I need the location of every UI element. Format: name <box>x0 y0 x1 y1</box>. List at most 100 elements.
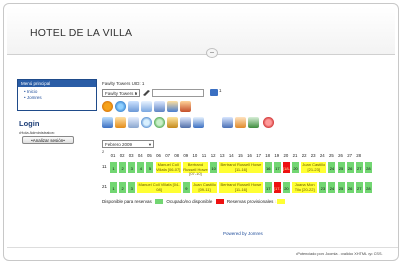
available-cell[interactable]: 25 <box>336 161 346 174</box>
day-header: 23 <box>310 153 316 158</box>
day-header: 14 <box>228 153 234 158</box>
main-menu-heading: Menú principal <box>18 80 96 87</box>
chart-icon[interactable] <box>193 117 204 128</box>
available-cell[interactable]: 3 <box>127 161 137 174</box>
day-header: 11 <box>201 153 207 158</box>
available-cell[interactable]: 26 <box>345 161 355 174</box>
available-cell[interactable]: 20 <box>281 181 291 194</box>
booking-cell[interactable]: Juan Castillo [21-23] <box>300 161 328 174</box>
day-header: 07 <box>165 153 170 158</box>
pencil-icon[interactable] <box>143 90 151 96</box>
legend: Disponible para reservas Ocupado/no disp… <box>102 199 287 205</box>
day-header: 04 <box>137 153 143 158</box>
available-cell[interactable]: 27 <box>354 181 364 194</box>
available-cell[interactable]: 24 <box>327 161 337 174</box>
bug-icon[interactable] <box>263 117 274 128</box>
folder-icon[interactable] <box>210 89 218 96</box>
site-header: HOTEL DE LA VILLA <box>7 7 395 55</box>
key-icon[interactable] <box>167 117 178 128</box>
notes-icon[interactable] <box>128 117 139 128</box>
legend-available-label: Disponible para reservas <box>102 199 152 204</box>
available-cell[interactable]: 10 <box>209 161 219 174</box>
booking-icon[interactable] <box>102 117 113 128</box>
booking-cell[interactable]: Manuel Coll Villafa [04-08] <box>136 181 182 194</box>
blocked-cell[interactable]: [17-19] <box>272 181 282 204</box>
booking-cell[interactable]: Juana Mon Tilo [20-22] <box>291 181 319 194</box>
day-header: 10 <box>192 153 198 158</box>
available-cell[interactable]: 24 <box>327 181 337 194</box>
available-cell[interactable]: 4 <box>136 161 146 174</box>
available-cell[interactable]: 5 <box>145 161 155 174</box>
stats-icon[interactable] <box>235 117 246 128</box>
day-header: 22 <box>301 153 307 158</box>
refresh-icon[interactable] <box>154 117 165 128</box>
calendar-alt-icon[interactable] <box>115 117 126 128</box>
available-cell[interactable]: 17 <box>272 161 282 174</box>
available-cell[interactable]: 25 <box>336 181 346 194</box>
settings-icon[interactable] <box>222 117 233 128</box>
logout-button[interactable]: •Analizar sesión• <box>22 136 74 144</box>
users-icon[interactable] <box>167 101 178 112</box>
available-cell[interactable]: 26 <box>345 181 355 194</box>
day-header: 20 <box>283 153 289 158</box>
available-cell[interactable]: 27 <box>354 161 364 174</box>
page-number: 2 <box>102 149 105 154</box>
day-header: 19 <box>274 153 280 158</box>
available-cell[interactable]: 9 <box>181 181 191 194</box>
available-cell[interactable]: 1 <box>109 181 119 194</box>
legend-available-swatch <box>155 199 164 205</box>
month-select[interactable]: Febrero 2009 ▼ <box>102 140 154 148</box>
search-icon[interactable] <box>141 117 152 128</box>
booking-cell[interactable]: Bertrand Russell Howe [11-16] <box>218 161 264 174</box>
blocked-cell[interactable]: [18-19] <box>281 161 291 184</box>
list-icon[interactable] <box>128 101 139 112</box>
day-header: 03 <box>128 153 134 158</box>
globe-icon[interactable] <box>115 101 126 112</box>
calendar-icon[interactable] <box>102 101 113 112</box>
available-cell[interactable]: 28 <box>363 161 373 174</box>
chevron-down-icon: ▼ <box>134 91 138 96</box>
page-frame: HOTEL DE LA VILLA Menú principal Inicio … <box>3 3 399 261</box>
booking-cell[interactable]: Juan Castillo [09-11] <box>190 181 219 194</box>
available-cell[interactable]: 17 <box>263 181 273 194</box>
available-cell[interactable]: 16 <box>263 161 273 174</box>
legend-occupied-label: Ocupado/no disponible <box>166 199 213 204</box>
day-header: 01 <box>110 153 116 158</box>
table-icon[interactable] <box>154 101 165 112</box>
chevron-down-icon: ▼ <box>148 142 152 147</box>
legend-occupied-swatch <box>215 199 224 205</box>
available-cell[interactable]: 1 <box>109 161 119 174</box>
available-cell[interactable]: 23 <box>318 181 328 194</box>
available-cell[interactable]: 28 <box>363 181 373 194</box>
day-header: 26 <box>338 153 343 158</box>
hotel-select[interactable]: Fawlty Towers 1 ▼ <box>102 89 140 97</box>
available-cell[interactable]: 20 <box>291 161 301 174</box>
day-header: 12 <box>210 153 216 158</box>
room-label: 11 <box>102 164 107 169</box>
available-cell[interactable]: 2 <box>118 181 128 194</box>
hotel-uid-label: Fawlty Towers UID: 1 <box>102 81 145 86</box>
image-icon[interactable] <box>141 101 152 112</box>
site-title: HOTEL DE LA VILLA <box>30 27 133 39</box>
user-add-icon[interactable] <box>180 101 191 112</box>
available-cell[interactable]: 2 <box>118 161 128 174</box>
collapse-toggle[interactable] <box>206 48 218 58</box>
guest-search-input[interactable] <box>152 89 204 97</box>
available-cell[interactable]: 3 <box>127 181 137 194</box>
booking-cell[interactable]: Bertrand Russell Howe [11-16] <box>218 181 264 194</box>
day-header: 08 <box>174 153 180 158</box>
month-select-value: Febrero 2009 <box>105 142 133 147</box>
day-header: 27 <box>347 153 352 158</box>
footer-divider <box>7 247 398 248</box>
powered-by-link[interactable]: Powered by Jomres <box>223 231 263 236</box>
main-menu: Menú principal Inicio Jomres <box>17 79 97 111</box>
day-header: 16 <box>247 153 252 158</box>
booking-cell[interactable]: Bertrand Russell Howe [07-10] <box>181 161 210 176</box>
booking-cell[interactable]: Manuel Coll Villafa [06-07] <box>154 161 182 174</box>
legend-provisional-swatch <box>276 199 285 205</box>
group-icon[interactable] <box>248 117 259 128</box>
login-greeting: •Hola Administrator• <box>19 130 55 135</box>
report-icon[interactable] <box>180 117 191 128</box>
menu-item-jomres[interactable]: Jomres <box>24 95 96 101</box>
main-menu-list: Inicio Jomres <box>18 87 96 101</box>
